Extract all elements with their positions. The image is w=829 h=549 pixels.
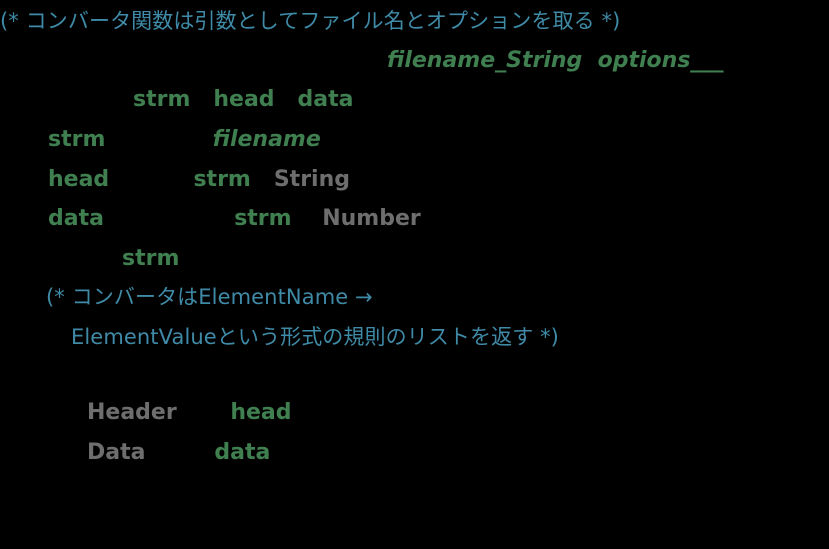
code-cell[interactable]: (* コンバータ関数は引数としてファイル名とオプションを取る *) filenam… [0, 0, 829, 549]
hidden-punctuation [109, 167, 193, 192]
token-builtin: Number [322, 206, 421, 231]
hidden-punctuation [582, 48, 597, 73]
token-local: strm [234, 206, 292, 231]
code-comment-line[interactable]: (* コンバータはElementName → [46, 278, 829, 316]
token-local: data [214, 440, 271, 465]
comment-text: ElementValueという形式の規則のリストを返す *) [71, 325, 559, 349]
code-line[interactable]: Data data [87, 434, 829, 472]
hidden-punctuation [177, 400, 231, 425]
hidden-punctuation [105, 127, 212, 152]
comment-text: (* コンバータはElementName → [46, 285, 373, 309]
code-comment-line[interactable]: ElementValueという形式の規則のリストを返す *) [71, 318, 829, 356]
hidden-punctuation [104, 206, 234, 231]
hidden-punctuation [251, 167, 274, 192]
token-pattern: filename [212, 127, 321, 152]
token-builtin: Header [87, 400, 177, 425]
code-line[interactable]: filename_String options___ [387, 42, 829, 80]
code-line[interactable]: data strm Number [48, 200, 829, 238]
code-line[interactable]: strm filename [48, 121, 829, 159]
code-line[interactable]: head strm String [48, 161, 829, 199]
token-local: strm [48, 127, 106, 152]
hidden-punctuation [292, 206, 323, 231]
token-builtin: String [273, 167, 350, 192]
comment-text: (* コンバータ関数は引数としてファイル名とオプションを取る *) [0, 9, 621, 33]
token-pattern: filename_String [387, 48, 583, 73]
token-local: head [230, 400, 292, 425]
hidden-punctuation [275, 87, 298, 112]
code-line[interactable]: strm head data [133, 81, 829, 119]
token-local: data [297, 87, 354, 112]
token-local: strm [193, 167, 251, 192]
token-builtin: Data [87, 440, 146, 465]
token-local: strm [133, 87, 191, 112]
token-local: strm [122, 246, 180, 271]
hidden-punctuation [145, 440, 214, 465]
token-local: head [48, 167, 110, 192]
code-line[interactable]: Header head [87, 394, 829, 432]
hidden-punctuation [190, 87, 213, 112]
token-local: data [48, 206, 104, 231]
token-pattern: options___ [597, 48, 724, 73]
token-local: head [213, 87, 275, 112]
code-comment-line[interactable]: (* コンバータ関数は引数としてファイル名とオプションを取る *) [0, 2, 829, 40]
code-line[interactable]: strm [122, 240, 829, 278]
